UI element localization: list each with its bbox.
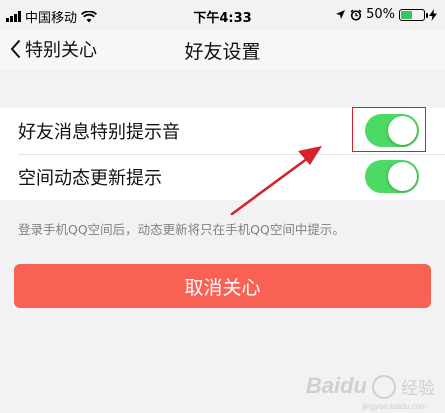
battery-icon [399, 8, 428, 21]
watermark-text: 经验 [401, 379, 435, 399]
alarm-icon [350, 9, 362, 21]
battery-fill [401, 10, 412, 19]
watermark-brand: Baidu [305, 373, 367, 398]
toggle-knob [388, 162, 417, 191]
cancel-follow-button[interactable]: 取消关心 [14, 264, 431, 308]
hint-text: 登录手机QQ空间后，动态更新将只在手机QQ空间中提示。 [18, 222, 345, 237]
watermark-url: jingyan.baidu.com [362, 402, 427, 411]
baidu-watermark: Baidu 经验 [306, 373, 435, 399]
status-right: 50% [335, 7, 437, 22]
page-title: 好友设置 [184, 41, 261, 63]
setting-row-space-update-alert: 空间动态更新提示 [0, 154, 445, 200]
setting-label: 空间动态更新提示 [18, 168, 162, 189]
location-icon [336, 10, 346, 19]
battery-percent: 50% [366, 7, 395, 22]
nav-bar: 特别关心 好友设置 [0, 30, 445, 70]
space-update-alert-toggle[interactable] [365, 160, 419, 193]
charging-icon [429, 8, 437, 21]
paw-icon [372, 375, 396, 399]
setting-label: 好友消息特别提示音 [18, 122, 180, 143]
annotation-highlight-box [352, 107, 426, 152]
status-bar: 中国移动 下午4:33 50% [0, 0, 445, 30]
